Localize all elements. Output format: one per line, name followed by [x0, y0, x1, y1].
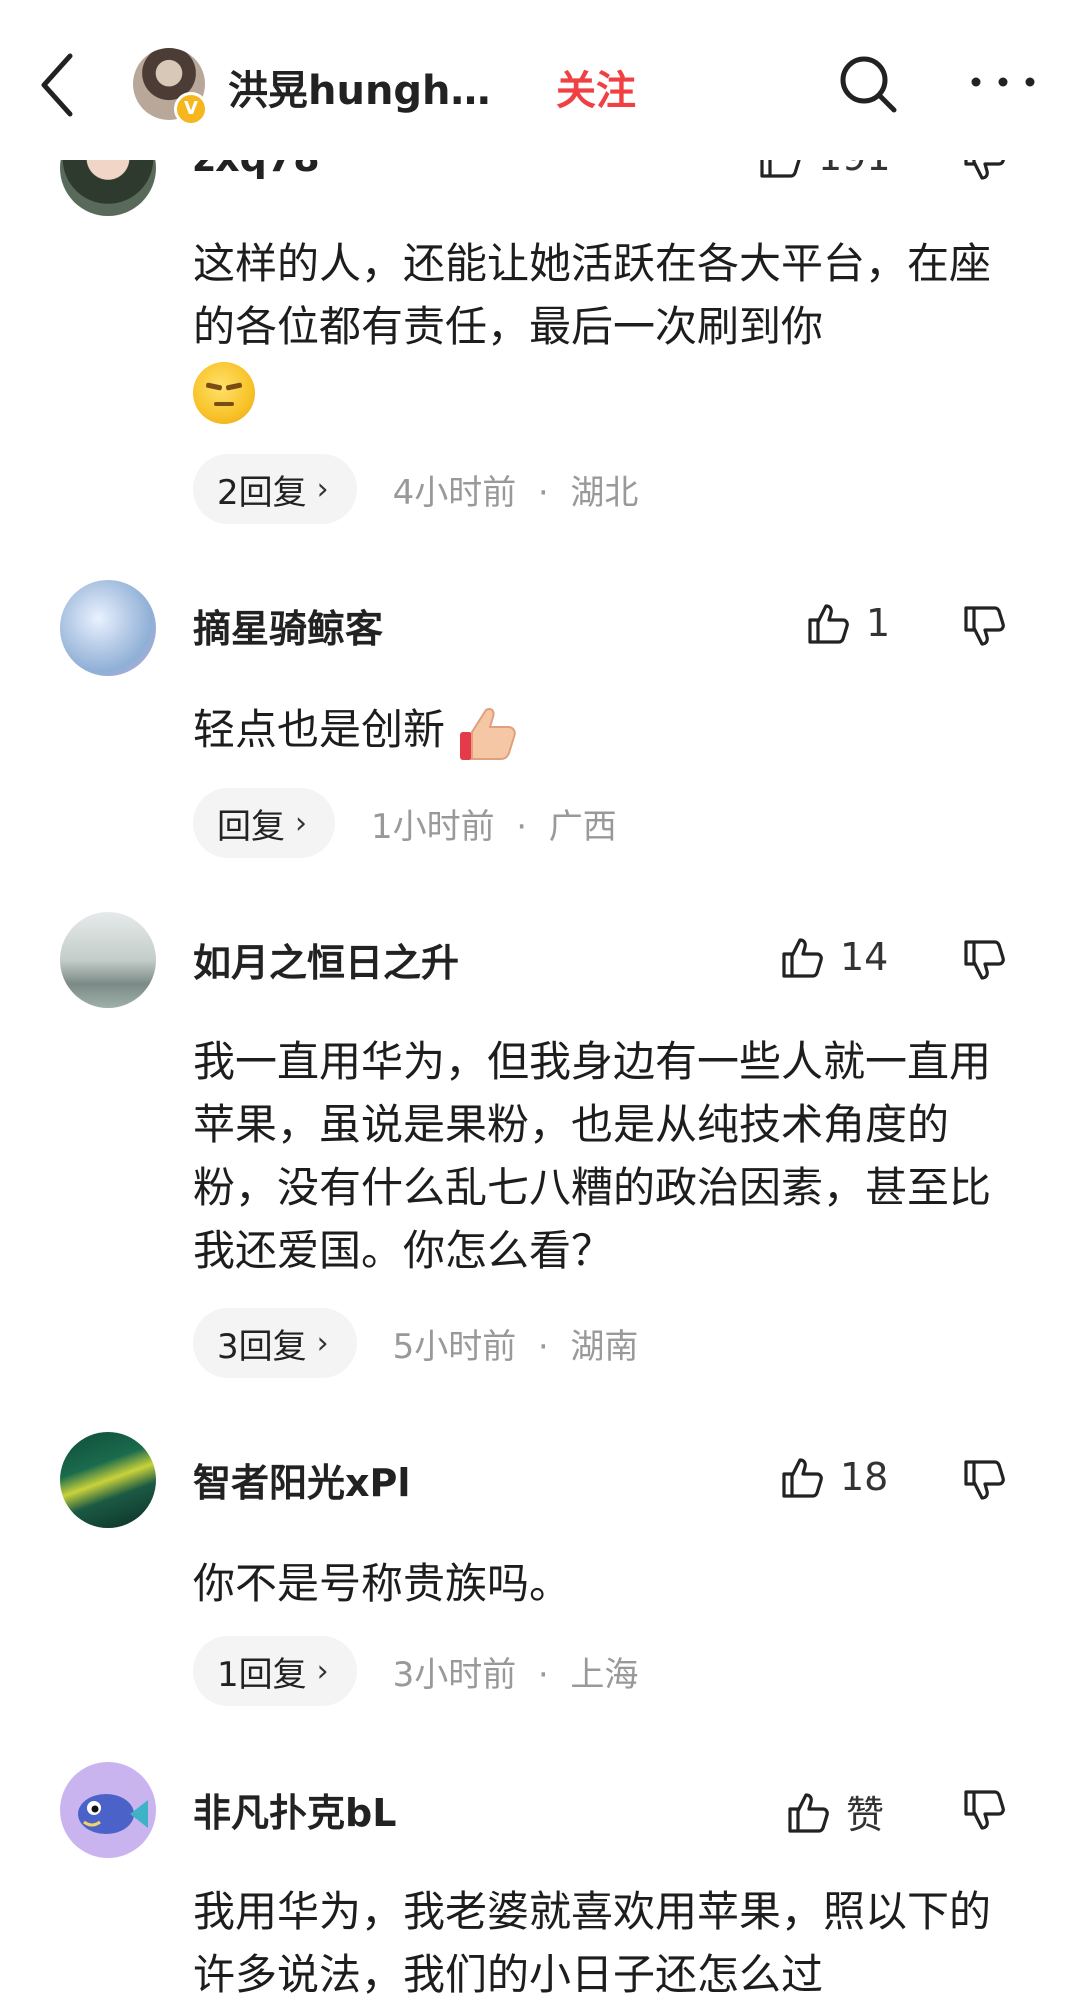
comment-meta: 5小时前 · 湖南	[392, 1326, 639, 1367]
back-arrow-icon[interactable]	[38, 50, 78, 120]
user-avatar[interactable]	[60, 1432, 156, 1528]
comment-meta: 3小时前 · 上海	[392, 1654, 639, 1695]
like-button[interactable]: 18	[780, 1454, 888, 1500]
user-avatar[interactable]	[60, 912, 156, 1008]
comment-meta-row: 2回复 › 4小时前 · 湖北	[193, 454, 638, 524]
reply-button[interactable]: 3回复 ›	[193, 1308, 357, 1378]
comment-username[interactable]: 非凡扑克bL	[193, 1782, 396, 1837]
thumbs-down-icon[interactable]	[962, 604, 1008, 650]
unamused-face-icon	[193, 361, 255, 424]
comment-meta-row: 3回复 › 5小时前 · 湖南	[193, 1308, 638, 1378]
comment-username[interactable]: 摘星骑鲸客	[193, 598, 383, 653]
comment-meta: 1小时前 · 广西	[371, 806, 617, 847]
thumbs-up-icon	[782, 938, 823, 978]
thumbs-up-emoji-icon	[460, 707, 517, 760]
comment-meta-row: 1回复 › 3小时前 · 上海	[193, 1636, 638, 1706]
like-button[interactable]: 赞	[786, 1784, 884, 1839]
comment-text: 你不是号称贵族吗。	[193, 1559, 572, 1608]
top-bar: V 洪晃hunghu… 关注	[0, 0, 1079, 160]
follow-button[interactable]: 关注	[556, 58, 636, 116]
user-avatar[interactable]	[60, 580, 156, 676]
comment-text: 这样的人，还能让她活跃在各大平台，在座的各位都有责任，最后一次刷到你	[193, 232, 1023, 424]
like-count: 14	[840, 935, 889, 979]
like-count: 1	[866, 601, 891, 645]
more-options-icon[interactable]	[968, 62, 1038, 102]
thumbs-down-icon[interactable]	[962, 1458, 1008, 1504]
thumbs-up-icon	[788, 1792, 829, 1833]
thumbs-down-icon[interactable]	[962, 1788, 1008, 1834]
chevron-right-icon: ›	[316, 1325, 329, 1361]
chevron-right-icon: ›	[316, 471, 329, 507]
thumbs-up-icon	[808, 604, 849, 644]
comment-meta-row: 回复 › 1小时前 · 广西	[193, 788, 617, 858]
reply-button[interactable]: 1回复 ›	[193, 1636, 357, 1706]
chevron-right-icon: ›	[316, 1653, 329, 1689]
chevron-right-icon: ›	[295, 805, 307, 841]
comment-text: 我用华为，我老婆就喜欢用苹果，照以下的许多说法，我们的小日子还怎么过	[193, 1887, 992, 1999]
like-label: 赞	[846, 1793, 885, 1837]
like-button[interactable]: 1	[806, 600, 890, 646]
comment-username[interactable]: 如月之恒日之升	[193, 932, 459, 987]
thumbs-up-icon	[782, 1458, 823, 1498]
reply-button[interactable]: 2回复 ›	[193, 454, 357, 524]
verified-badge-icon: V	[174, 92, 208, 126]
user-avatar[interactable]	[60, 1762, 156, 1858]
like-count: 18	[840, 1455, 889, 1499]
cartoon-fish-icon	[78, 1794, 148, 1834]
comment-meta: 4小时前 · 湖北	[392, 472, 639, 513]
thumbs-down-icon[interactable]	[962, 938, 1008, 984]
author-name[interactable]: 洪晃hunghu…	[228, 58, 503, 116]
search-icon[interactable]	[836, 52, 900, 116]
comment-text: 我一直用华为，但我身边有一些人就一直用苹果，虽说是果粉，也是从纯技术角度的粉，没…	[193, 1037, 992, 1275]
comment-text: 轻点也是创新	[193, 698, 1023, 764]
comment-username[interactable]: 智者阳光xPl	[193, 1452, 410, 1507]
reply-button[interactable]: 回复 ›	[193, 788, 335, 858]
like-button[interactable]: 14	[780, 934, 888, 980]
